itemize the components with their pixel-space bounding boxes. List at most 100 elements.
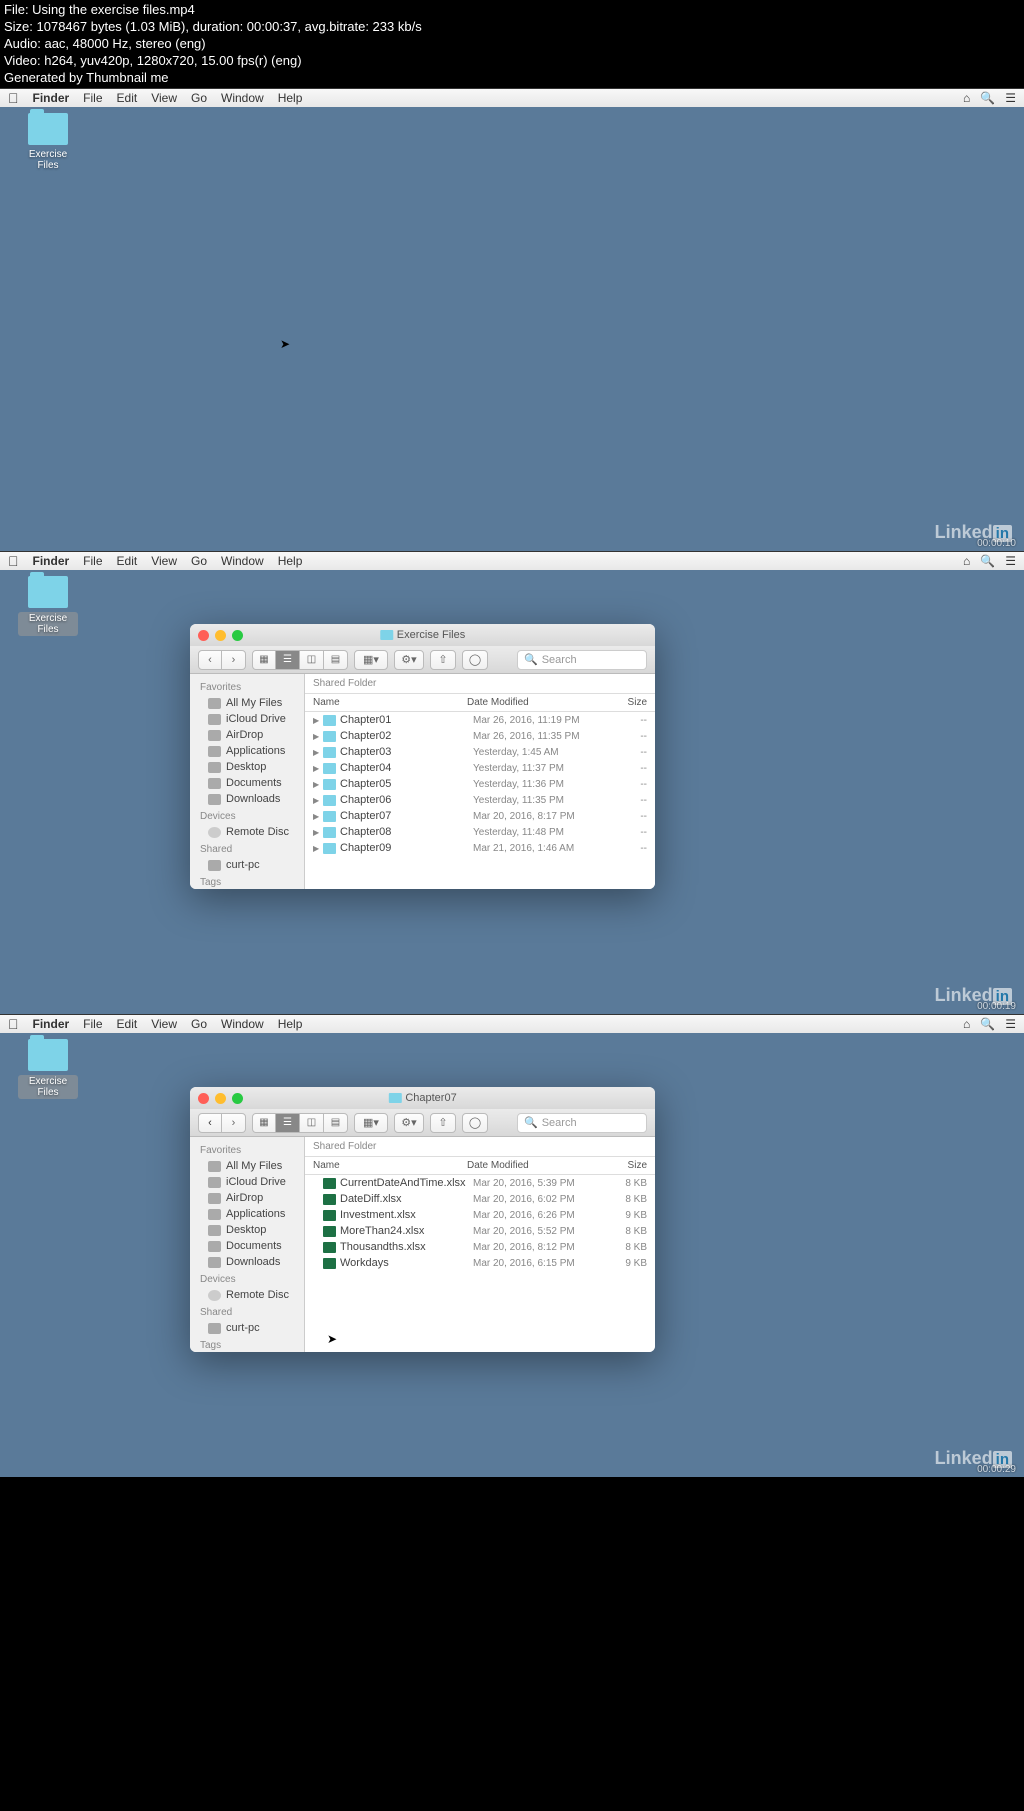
sidebar-item-desktop[interactable]: Desktop	[190, 1222, 304, 1238]
app-name[interactable]: Finder	[33, 1017, 70, 1031]
arrange-button[interactable]: ▦▾	[354, 650, 388, 670]
maximize-icon[interactable]	[232, 1093, 243, 1104]
forward-button[interactable]: ›	[222, 1113, 246, 1133]
spotlight-icon[interactable]: 🔍	[980, 1017, 995, 1031]
wifi-icon[interactable]: ⌂	[963, 554, 970, 568]
file-row[interactable]: ▶Chapter06Yesterday, 11:35 PM--	[305, 792, 655, 808]
sidebar-item-airdrop[interactable]: AirDrop	[190, 1190, 304, 1206]
sidebar-item-all-my-files[interactable]: All My Files	[190, 695, 304, 711]
file-row[interactable]: ▶Chapter05Yesterday, 11:36 PM--	[305, 776, 655, 792]
disclosure-icon[interactable]: ▶	[313, 716, 323, 725]
menu-window[interactable]: Window	[221, 91, 264, 105]
menu-go[interactable]: Go	[191, 1017, 207, 1031]
sidebar-item-icloud[interactable]: iCloud Drive	[190, 1174, 304, 1190]
file-row[interactable]: Thousandths.xlsxMar 20, 2016, 8:12 PM8 K…	[305, 1239, 655, 1255]
col-size[interactable]: Size	[597, 1160, 647, 1171]
tags-button[interactable]: ◯	[462, 1113, 488, 1133]
coverflow-view-button[interactable]: ▤	[324, 650, 348, 670]
sidebar-item-all-my-files[interactable]: All My Files	[190, 1158, 304, 1174]
spotlight-icon[interactable]: 🔍	[980, 91, 995, 105]
apple-menu-icon[interactable]: 	[8, 90, 19, 106]
menu-view[interactable]: View	[151, 1017, 177, 1031]
menu-view[interactable]: View	[151, 554, 177, 568]
desktop-folder-exercise-files[interactable]: Exercise Files	[18, 113, 78, 171]
menu-window[interactable]: Window	[221, 1017, 264, 1031]
arrange-button[interactable]: ▦▾	[354, 1113, 388, 1133]
menu-edit[interactable]: Edit	[117, 91, 138, 105]
file-row[interactable]: ▶Chapter04Yesterday, 11:37 PM--	[305, 760, 655, 776]
disclosure-icon[interactable]: ▶	[313, 764, 323, 773]
col-date[interactable]: Date Modified	[467, 697, 597, 708]
menu-go[interactable]: Go	[191, 91, 207, 105]
disclosure-icon[interactable]: ▶	[313, 732, 323, 741]
tags-button[interactable]: ◯	[462, 650, 488, 670]
col-size[interactable]: Size	[597, 697, 647, 708]
file-row[interactable]: WorkdaysMar 20, 2016, 6:15 PM9 KB	[305, 1255, 655, 1271]
menu-help[interactable]: Help	[278, 91, 303, 105]
notification-icon[interactable]: ☰	[1005, 1017, 1016, 1031]
file-list[interactable]: CurrentDateAndTime.xlsxMar 20, 2016, 5:3…	[305, 1175, 655, 1338]
search-input[interactable]: 🔍Search	[517, 650, 647, 670]
file-row[interactable]: DateDiff.xlsxMar 20, 2016, 6:02 PM8 KB	[305, 1191, 655, 1207]
finder-window-chapter07[interactable]: Chapter07 ‹› ▦ ☰ ◫ ▤ ▦▾ ⚙▾ ⇧ ◯ 🔍Search F…	[190, 1087, 655, 1352]
disclosure-icon[interactable]: ▶	[313, 828, 323, 837]
col-name[interactable]: Name	[313, 1160, 467, 1171]
disclosure-icon[interactable]: ▶	[313, 748, 323, 757]
column-headers[interactable]: Name Date Modified Size	[305, 1156, 655, 1175]
file-row[interactable]: ▶Chapter01Mar 26, 2016, 11:19 PM--	[305, 712, 655, 728]
file-row[interactable]: ▶Chapter03Yesterday, 1:45 AM--	[305, 744, 655, 760]
sidebar-item-icloud[interactable]: iCloud Drive	[190, 711, 304, 727]
file-row[interactable]: MoreThan24.xlsxMar 20, 2016, 5:52 PM8 KB	[305, 1223, 655, 1239]
apple-menu-icon[interactable]: 	[8, 553, 19, 569]
apple-menu-icon[interactable]: 	[8, 1016, 19, 1032]
menu-help[interactable]: Help	[278, 554, 303, 568]
back-button[interactable]: ‹	[198, 650, 222, 670]
file-row[interactable]: ▶Chapter02Mar 26, 2016, 11:35 PM--	[305, 728, 655, 744]
sidebar-item-applications[interactable]: Applications	[190, 743, 304, 759]
col-date[interactable]: Date Modified	[467, 1160, 597, 1171]
forward-button[interactable]: ›	[222, 650, 246, 670]
action-button[interactable]: ⚙▾	[394, 650, 424, 670]
sidebar-item-documents[interactable]: Documents	[190, 1238, 304, 1254]
menu-file[interactable]: File	[83, 91, 102, 105]
file-row[interactable]: ▶Chapter07Mar 20, 2016, 8:17 PM--	[305, 808, 655, 824]
sidebar-item-curt-pc[interactable]: curt-pc	[190, 1320, 304, 1336]
menu-file[interactable]: File	[83, 1017, 102, 1031]
menu-file[interactable]: File	[83, 554, 102, 568]
sidebar-item-remote-disc[interactable]: Remote Disc	[190, 1287, 304, 1303]
disclosure-icon[interactable]: ▶	[313, 812, 323, 821]
app-name[interactable]: Finder	[33, 554, 70, 568]
minimize-icon[interactable]	[215, 1093, 226, 1104]
menu-window[interactable]: Window	[221, 554, 264, 568]
sidebar-item-airdrop[interactable]: AirDrop	[190, 727, 304, 743]
col-name[interactable]: Name	[313, 697, 467, 708]
notification-icon[interactable]: ☰	[1005, 91, 1016, 105]
back-button[interactable]: ‹	[198, 1113, 222, 1133]
spotlight-icon[interactable]: 🔍	[980, 554, 995, 568]
disclosure-icon[interactable]: ▶	[313, 796, 323, 805]
sidebar-item-desktop[interactable]: Desktop	[190, 759, 304, 775]
file-row[interactable]: ▶Chapter09Mar 21, 2016, 1:46 AM--	[305, 840, 655, 856]
close-icon[interactable]	[198, 1093, 209, 1104]
icon-view-button[interactable]: ▦	[252, 650, 276, 670]
list-view-button[interactable]: ☰	[276, 650, 300, 670]
list-view-button[interactable]: ☰	[276, 1113, 300, 1133]
menu-help[interactable]: Help	[278, 1017, 303, 1031]
file-row[interactable]: Investment.xlsxMar 20, 2016, 6:26 PM9 KB	[305, 1207, 655, 1223]
menu-edit[interactable]: Edit	[117, 1017, 138, 1031]
menu-edit[interactable]: Edit	[117, 554, 138, 568]
share-button[interactable]: ⇧	[430, 1113, 456, 1133]
sidebar-item-downloads[interactable]: Downloads	[190, 1254, 304, 1270]
icon-view-button[interactable]: ▦	[252, 1113, 276, 1133]
minimize-icon[interactable]	[215, 630, 226, 641]
maximize-icon[interactable]	[232, 630, 243, 641]
column-headers[interactable]: Name Date Modified Size	[305, 693, 655, 712]
search-input[interactable]: 🔍Search	[517, 1113, 647, 1133]
notification-icon[interactable]: ☰	[1005, 554, 1016, 568]
wifi-icon[interactable]: ⌂	[963, 1017, 970, 1031]
disclosure-icon[interactable]: ▶	[313, 780, 323, 789]
close-icon[interactable]	[198, 630, 209, 641]
menu-go[interactable]: Go	[191, 554, 207, 568]
sidebar-item-documents[interactable]: Documents	[190, 775, 304, 791]
menu-view[interactable]: View	[151, 91, 177, 105]
